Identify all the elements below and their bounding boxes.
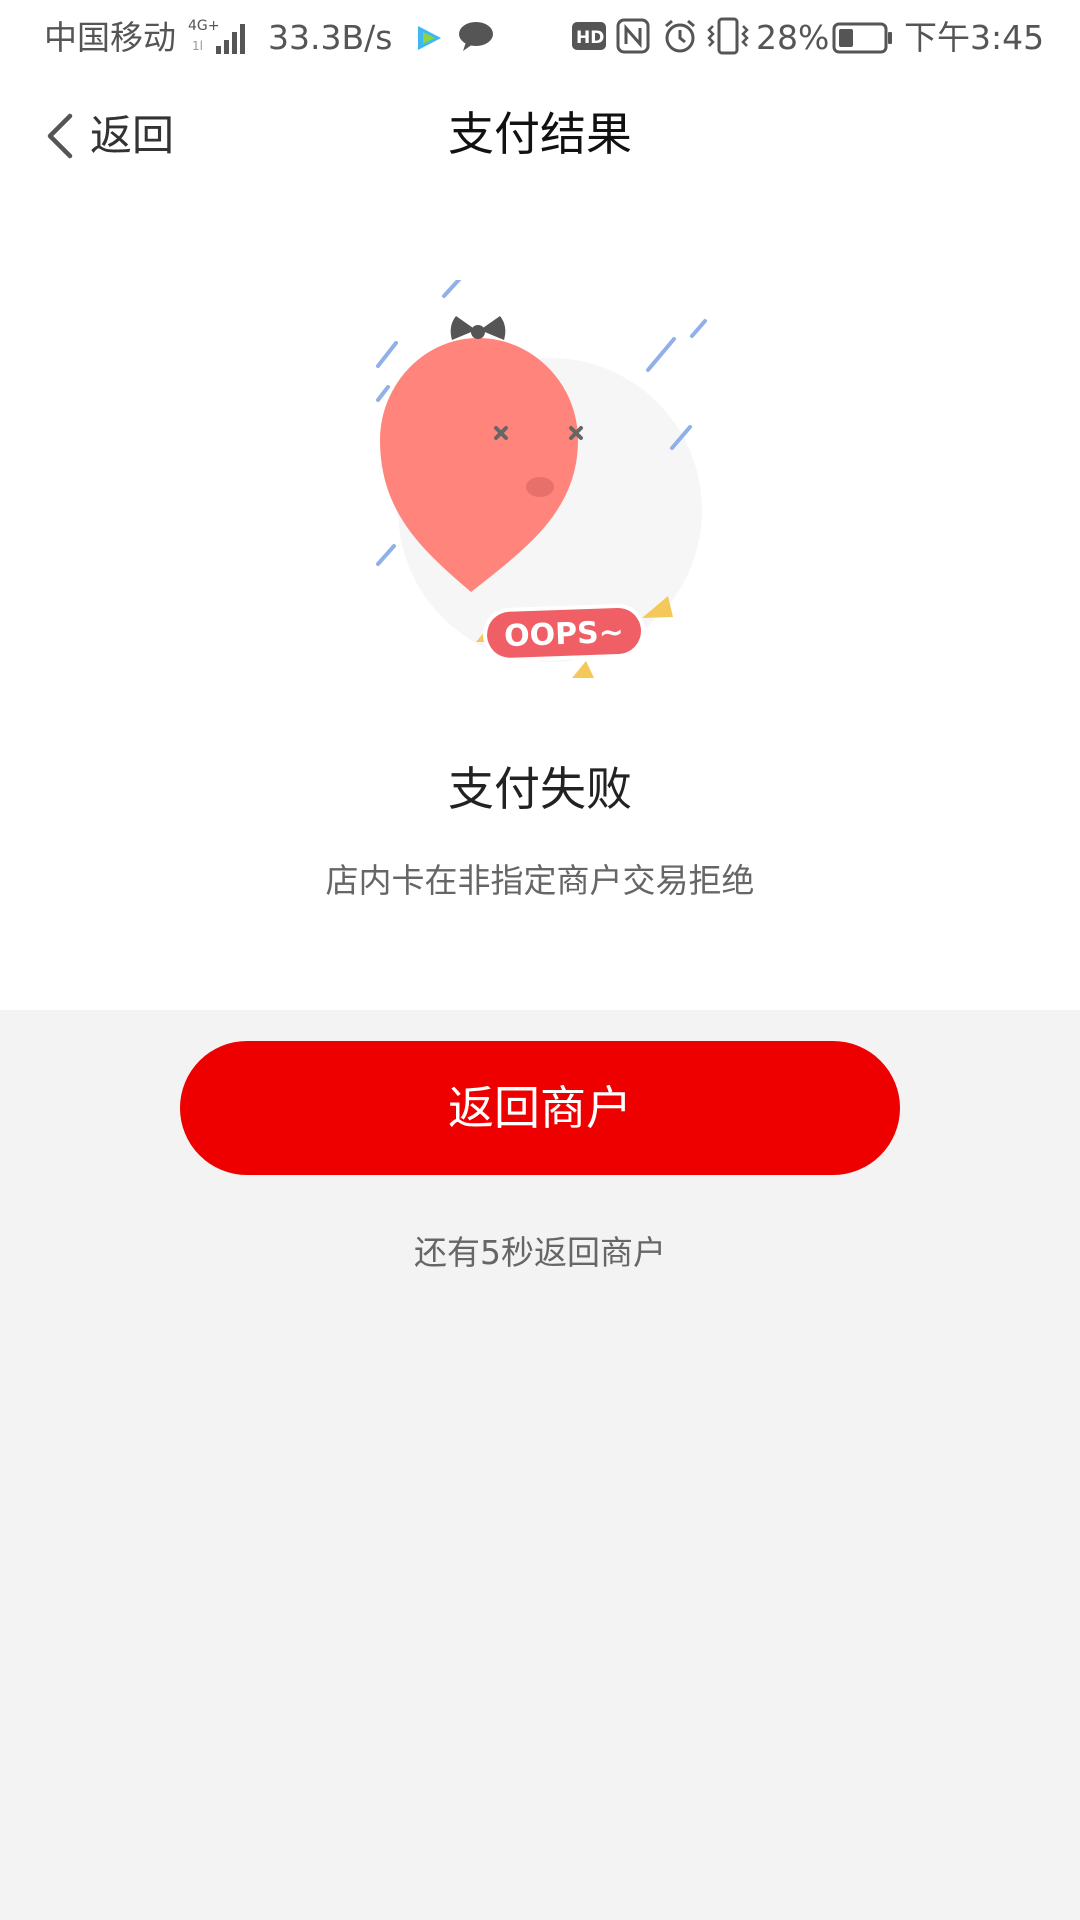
alarm-icon	[662, 18, 698, 62]
battery-icon	[832, 22, 894, 62]
oops-badge-text: OOPS~	[503, 614, 625, 655]
svg-text:4G+: 4G+	[188, 18, 220, 34]
status-bar: 中国移动 4G+ 1l 33.3B/s HD 28% 下午3:45	[0, 0, 1080, 76]
countdown-text: 还有5秒返回商户	[414, 1233, 666, 1272]
result-title: 支付失败	[448, 762, 632, 816]
network-speed: 33.3B/s	[268, 18, 393, 57]
clock: 下午3:45	[904, 18, 1045, 57]
nav-bar: 返回 支付结果	[0, 76, 1080, 194]
chat-bubble-icon	[458, 20, 494, 60]
hd-icon: HD	[572, 20, 606, 60]
video-app-icon	[414, 22, 444, 61]
result-message: 店内卡在非指定商户交易拒绝	[325, 861, 755, 900]
signal-icon: 4G+ 1l	[188, 16, 252, 64]
svg-text:1l: 1l	[192, 39, 203, 53]
return-to-merchant-button[interactable]: 返回商户	[180, 1041, 900, 1175]
svg-text:HD: HD	[576, 28, 604, 48]
carrier-label: 中国移动	[44, 18, 176, 57]
payment-failed-illustration: OOPS~	[340, 259, 740, 700]
vibrate-icon	[706, 16, 750, 64]
battery-percent: 28%	[756, 18, 830, 57]
page-title: 支付结果	[448, 107, 632, 161]
nfc-icon	[616, 18, 650, 62]
